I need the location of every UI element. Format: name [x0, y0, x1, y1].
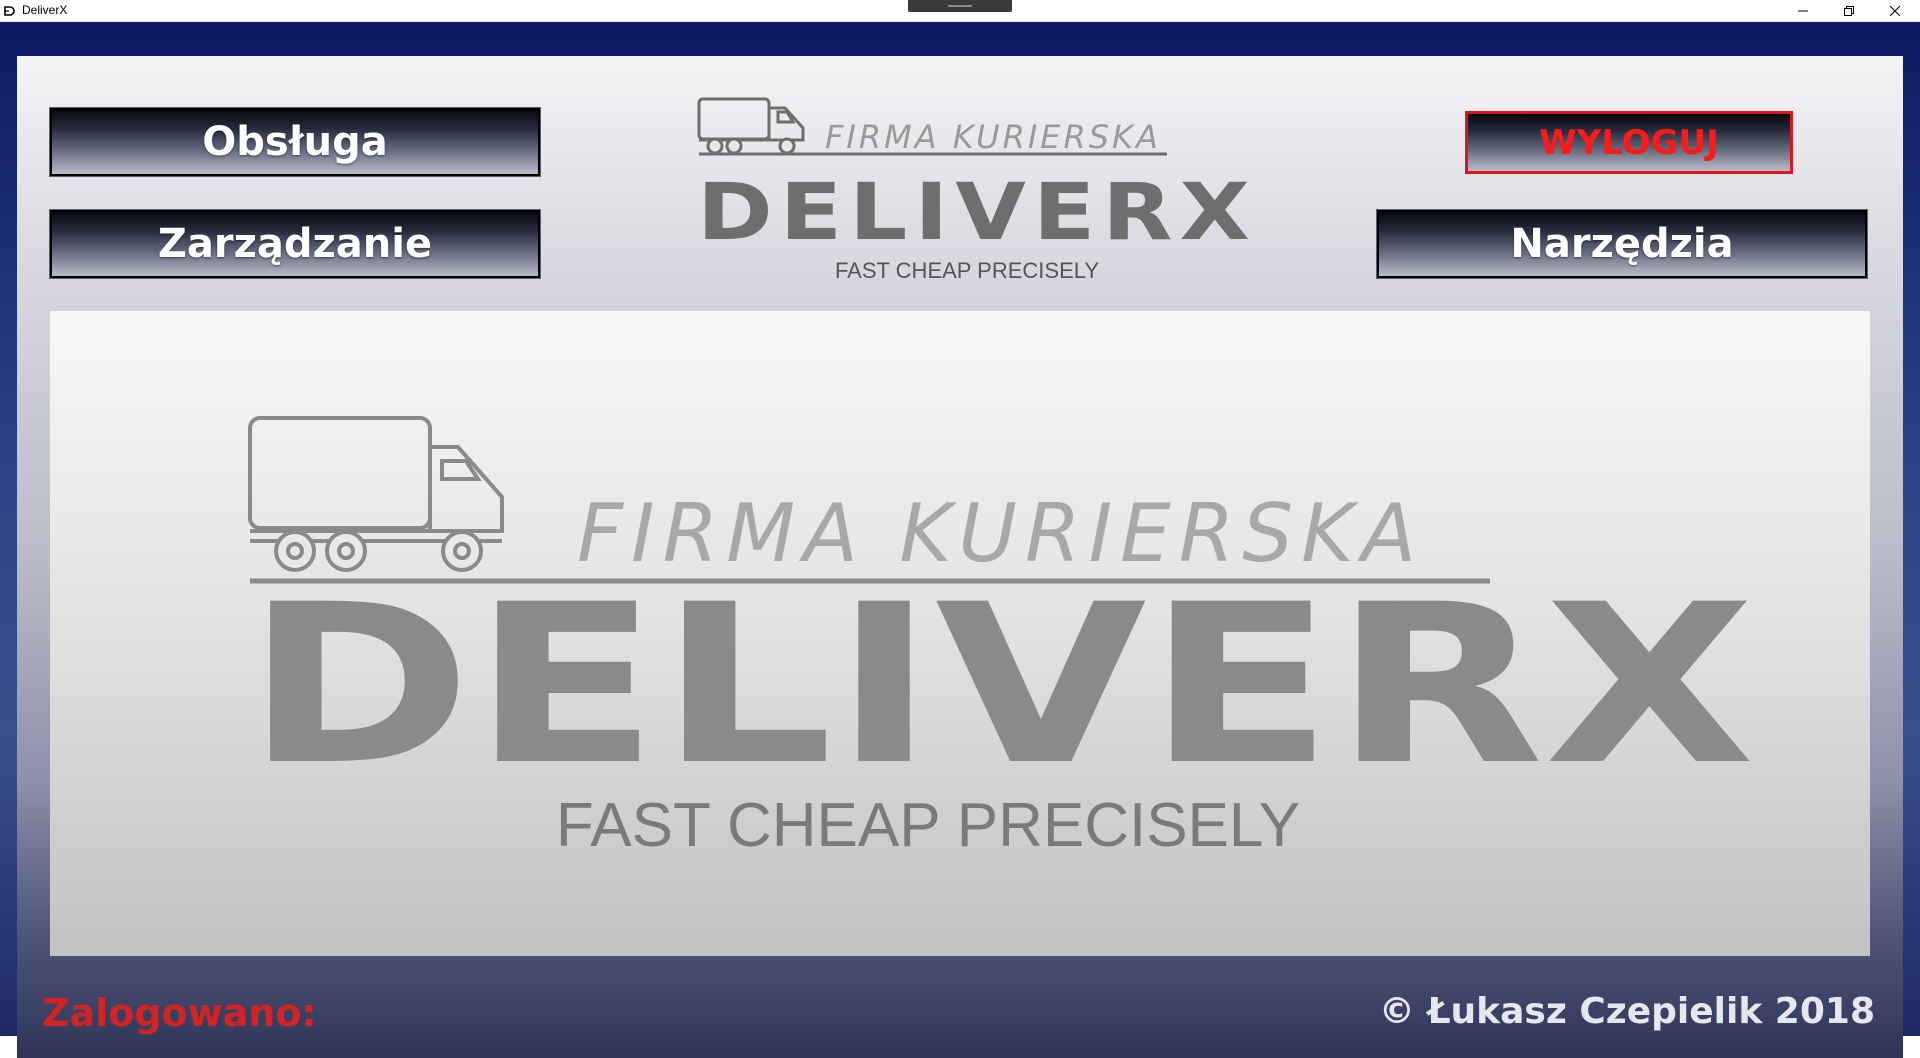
- logged-in-label: Zalogowano:: [42, 991, 317, 1035]
- logout-button[interactable]: WYLOGUJ: [1465, 111, 1793, 174]
- app-icon: [4, 6, 15, 16]
- delivery-truck-icon: [248, 416, 504, 572]
- logo-tagline-large: FAST CHEAP PRECISELY: [556, 791, 1300, 860]
- logo-tagline: FAST CHEAP PRECISELY: [835, 258, 1099, 283]
- copyright-text: © Łukasz Czepielik 2018: [1378, 991, 1875, 1032]
- restore-button[interactable]: [1826, 0, 1872, 22]
- minimize-button[interactable]: [1780, 0, 1826, 22]
- app-frame: Obsługa Zarządzanie WYLOGUJ Narzędzia FI…: [0, 22, 1920, 1058]
- main-logo: FIRMA KURIERSKA DELIVERX FAST CHEAP PREC…: [245, 416, 1755, 860]
- zarzadzanie-button[interactable]: Zarządzanie: [50, 210, 540, 278]
- obsluga-button[interactable]: Obsługa: [50, 108, 540, 176]
- close-button[interactable]: [1872, 0, 1918, 22]
- header-logo: FIRMA KURIERSKA DELIVERX FAST CHEAP PREC…: [697, 97, 1257, 283]
- logo-brand: DELIVERX: [697, 168, 1257, 258]
- close-icon: [1890, 6, 1900, 16]
- logo-panel: FIRMA KURIERSKA DELIVERX FAST CHEAP PREC…: [50, 311, 1870, 956]
- logo-company-type: FIRMA KURIERSKA: [825, 118, 1161, 156]
- snap-handle[interactable]: [908, 0, 1012, 12]
- title-bar: DeliverX: [0, 0, 1920, 22]
- logo-brand-large: DELIVERX: [245, 557, 1755, 813]
- narzedzia-button[interactable]: Narzędzia: [1377, 210, 1867, 278]
- window-title: DeliverX: [22, 3, 68, 17]
- delivery-truck-icon: [697, 97, 805, 155]
- minimize-icon: [1798, 10, 1808, 12]
- main-window: Obsługa Zarządzanie WYLOGUJ Narzędzia FI…: [17, 56, 1903, 1058]
- restore-icon: [1844, 6, 1854, 16]
